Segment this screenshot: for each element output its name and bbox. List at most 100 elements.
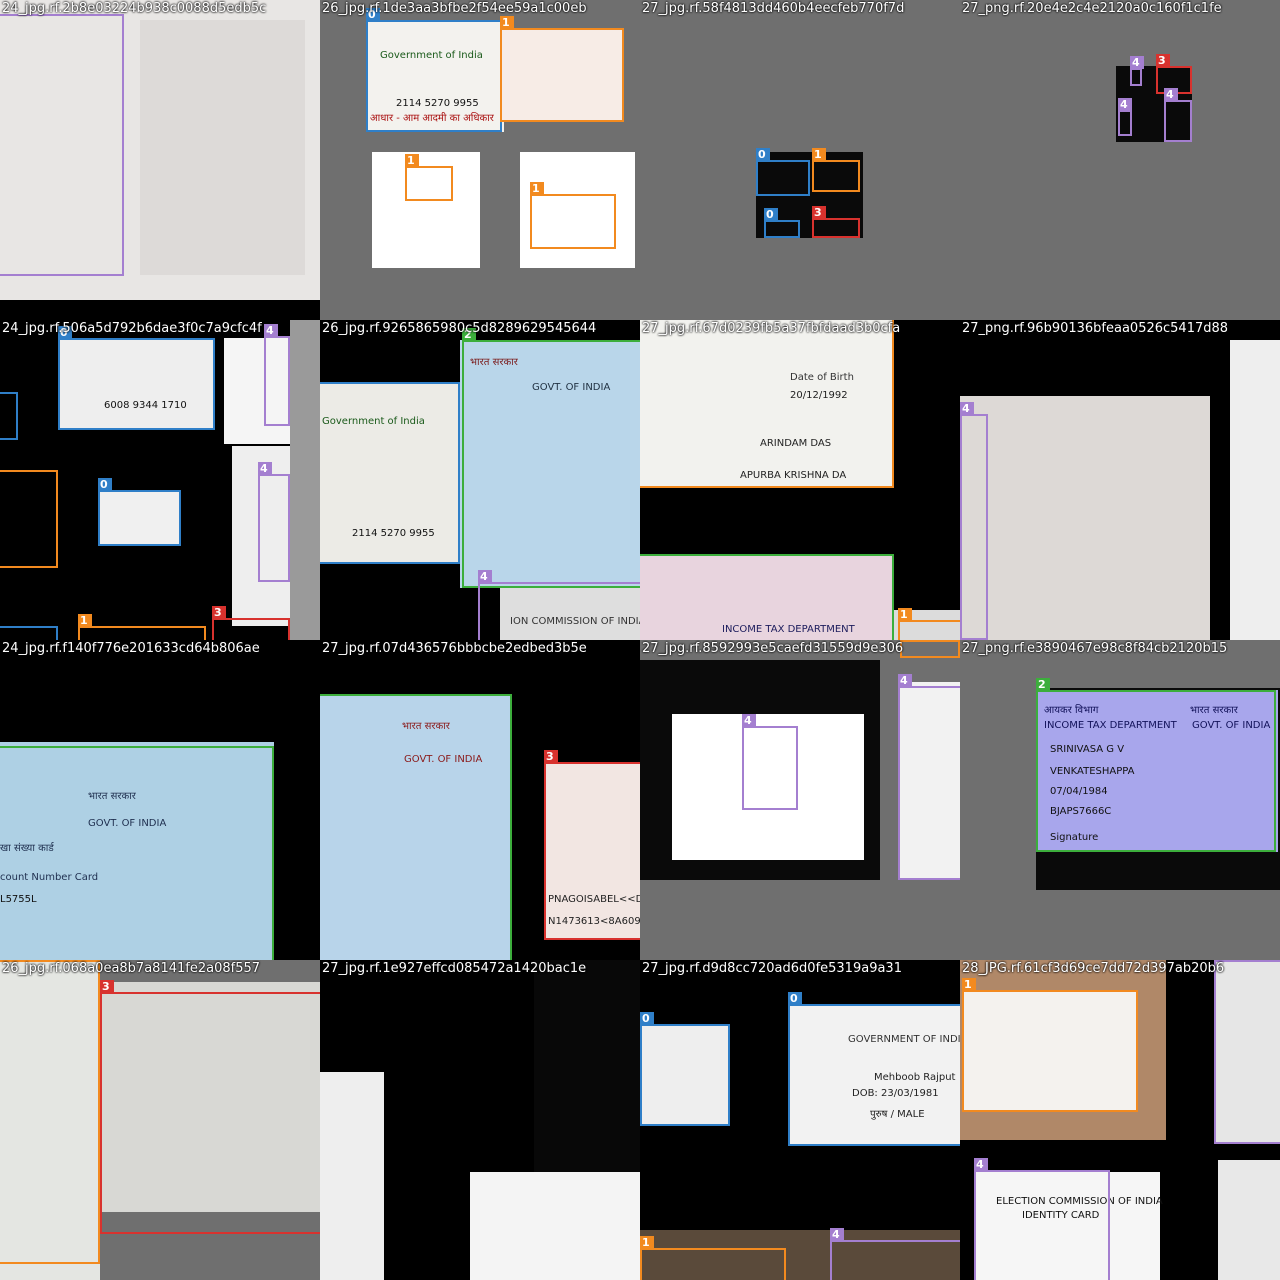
- bounding-box-class-1: 1: [530, 182, 616, 249]
- tile-filename: 27_jpg.rf.07d436576bbbcbe2edbed3b5e: [322, 641, 587, 656]
- mosaic-tile: 27_jpg.rf.1e927effcd085472a1420bac1e: [320, 960, 640, 1280]
- bounding-box-label: 4: [974, 1158, 988, 1171]
- tile-filename: 26_jpg.rf.068a0ea8b7a8141fe2a08f557: [2, 961, 261, 976]
- tile-filename: 27_jpg.rf.1e927effcd085472a1420bac1e: [322, 961, 587, 976]
- document-image-region: [470, 1172, 640, 1280]
- document-image-region: [960, 396, 1210, 640]
- bounding-box-label: 4: [960, 402, 974, 415]
- mosaic-tile: 424_jpg.rf.2b8e03224b938c0088d5edb5c: [0, 0, 320, 320]
- tile-filename: 27_jpg.rf.67d0239fb5a37fbfdaad3b0cfa: [642, 321, 901, 336]
- bounding-box-class-1: 1: [898, 608, 960, 640]
- bounding-box-class-1: 1: [0, 470, 58, 568]
- tile-filename: 27_jpg.rf.d9d8cc720ad6d0fe5319a9a31: [642, 961, 902, 976]
- document-image-region: [1230, 340, 1280, 640]
- tile-filename: 24_jpg.rf.2b8e03224b938c0088d5edb5c: [2, 1, 267, 16]
- bounding-box-class-1: 1: [500, 16, 624, 122]
- tile-filename: 27_png.rf.20e4e2c4e2120a0c160f1c1fe: [962, 1, 1222, 16]
- bounding-box-label: 3: [812, 206, 826, 219]
- bounding-box-label: 4: [478, 570, 492, 583]
- bounding-box-class-0: 0: [756, 148, 810, 196]
- bounding-box-class-4: 4: [1214, 960, 1280, 1144]
- bounding-box-class-1: 1: [812, 148, 860, 192]
- tile-filename: 26_jpg.rf.1de3aa3bfbe2f54ee59a1c00eb: [322, 1, 587, 16]
- bounding-box-label: 2: [1036, 678, 1050, 691]
- bounding-box-class-4: 4: [974, 1158, 1110, 1280]
- bounding-box-label: 4: [830, 1228, 844, 1241]
- bounding-box-class-1: 1: [78, 614, 206, 640]
- bounding-box-class-0: 0: [0, 626, 58, 640]
- bounding-box-label: 0: [788, 992, 802, 1005]
- bounding-box-class-1: 1: [405, 154, 453, 201]
- bounding-box-class-4: 4: [258, 462, 290, 582]
- bounding-box-label: 3: [212, 606, 226, 619]
- bounding-box-class-2: 2: [640, 554, 894, 640]
- bounding-box-class-4: 4: [830, 1228, 960, 1280]
- bounding-box-class-2: 2: [1036, 678, 1276, 852]
- bounding-box-class-2: 2: [0, 746, 274, 960]
- bounding-box-class-4: 4: [898, 674, 960, 880]
- bounding-box-label: 4: [258, 462, 272, 475]
- bounding-box-label: 4: [1130, 56, 1144, 69]
- bounding-box-class-4: 4: [1130, 56, 1144, 86]
- mosaic-tile: Date of Birth 20/12/1992 ARINDAM DAS APURBA…: [640, 320, 960, 640]
- bounding-box-label: 1: [812, 148, 826, 161]
- bounding-box-class-4: 4: [0, 14, 124, 276]
- document-image-region: [1218, 1160, 1280, 1280]
- bounding-box-class-1: 1: [640, 320, 894, 488]
- bounding-box-label: 0: [640, 1012, 654, 1025]
- bounding-box-label: 3: [100, 980, 114, 993]
- document-image-region: [534, 960, 640, 1172]
- bounding-box-label: 0: [756, 148, 770, 161]
- bounding-box-label: 3: [544, 750, 558, 763]
- bounding-box-class-4: 4: [960, 402, 988, 640]
- tile-filename: 24_jpg.rf.f140f776e201633cd64b806ae: [2, 641, 260, 656]
- bounding-box-class-0: 0: [788, 992, 960, 1146]
- bounding-box-class-1: 1: [962, 978, 1138, 1112]
- bounding-box-class-2: 2: [320, 694, 512, 960]
- mosaic-tile: 41427_jpg.rf.8592993e5caefd31559d9e306: [640, 640, 960, 960]
- tile-filename: 24_jpg.rf.506a5d792b6dae3f0c7a9cfc4f: [2, 321, 262, 336]
- mosaic-tile: 0 1 0 3 27_jpg.rf.58f4813dd460b4eecfeb770f7d: [640, 0, 960, 320]
- mosaic-tile: 4 3 4 4 27_png.rf.20e4e2c4e2120a0c160f1c1fe: [960, 0, 1280, 320]
- bounding-box-class-3: 3: [100, 980, 320, 1234]
- mosaic-tile: ELECTION COMMISSION OF INDIA IDENTITY CAR…: [960, 960, 1280, 1280]
- tile-filename: 26_jpg.rf.9265865980c5d8289629545644: [322, 321, 597, 336]
- mosaic-tile: 6008 9344 171000410401324_jpg.rf.506a5d7…: [0, 320, 320, 640]
- bounding-box-class-0: 0: [58, 326, 215, 430]
- bounding-box-class-4: 4: [1164, 88, 1192, 142]
- tile-filename: 27_png.rf.e3890467e98c8f84cb2120b15: [962, 641, 1228, 656]
- bounding-box-label: 1: [78, 614, 92, 627]
- bounding-box-label: 0: [764, 208, 778, 221]
- bounding-box-class-4: 4: [1118, 98, 1132, 136]
- bounding-box-class-4: 4: [742, 714, 798, 810]
- tile-filename: 27_jpg.rf.8592993e5caefd31559d9e306: [642, 641, 904, 656]
- bounding-box-class-2: 2: [462, 328, 640, 588]
- bounding-box-class-0: 0: [98, 478, 181, 546]
- tile-filename: 27_png.rf.96b90136bfeaa0526c5417d88: [962, 321, 1229, 336]
- bounding-box-label: 4: [1164, 88, 1178, 101]
- bounding-box-label: 1: [962, 978, 976, 991]
- bounding-box-class-3: 3: [544, 750, 640, 940]
- document-image-region: [290, 320, 320, 640]
- mosaic-tile: भारत सरकारGOVT. OF INDIAPNAGOISABEL<<DOS…: [320, 640, 640, 960]
- bounding-box-label: 1: [405, 154, 419, 167]
- bounding-box-label: 4: [742, 714, 756, 727]
- tile-filename: 27_jpg.rf.58f4813dd460b4eecfeb770f7d: [642, 1, 905, 16]
- bounding-box-label: 1: [898, 608, 912, 621]
- bounding-box-class-3: 3: [212, 606, 290, 640]
- mosaic-tile: Government of India 2114 5270 9955 भारत सर…: [320, 320, 640, 640]
- bounding-box-label: 3: [1156, 54, 1170, 67]
- bounding-box-class-1: 1: [0, 960, 100, 1264]
- bounding-box-label: 0: [98, 478, 112, 491]
- mosaic-tile: Government of India 2114 5270 9955 आधार - …: [320, 0, 640, 320]
- bounding-box-label: 1: [530, 182, 544, 195]
- bounding-box-class-0: 0: [366, 8, 502, 132]
- mosaic-tile: आयकर विभाग भारत सरकार INCOME TAX DEPARTMEN…: [960, 640, 1280, 960]
- bounding-box-class-0: 0: [640, 1012, 730, 1126]
- tile-background: [960, 0, 1280, 320]
- bounding-box-class-4: 4: [264, 324, 290, 426]
- mosaic-grid: 424_jpg.rf.2b8e03224b938c0088d5edb5cGove…: [0, 0, 1280, 1280]
- bounding-box-class-0: 0: [320, 382, 460, 564]
- bounding-box-class-3: 3: [812, 206, 860, 238]
- bounding-box-class-1: 1: [640, 1236, 786, 1280]
